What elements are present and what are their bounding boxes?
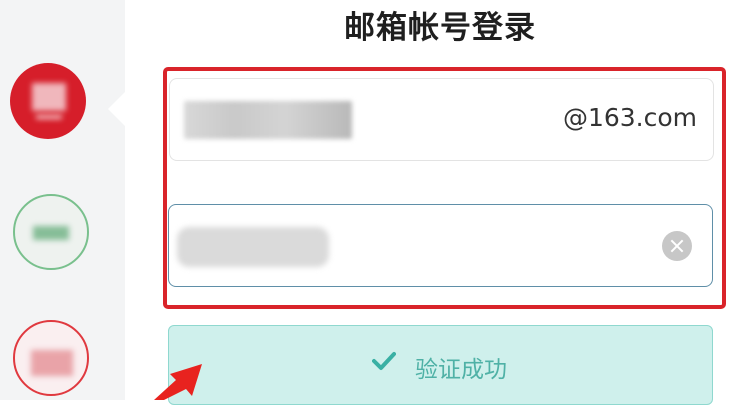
blurred-icon <box>31 350 73 376</box>
blurred-icon <box>33 226 69 240</box>
blurred-icon <box>32 83 66 111</box>
verify-success-button[interactable]: 验证成功 <box>168 325 713 405</box>
account-field[interactable]: @163.com <box>169 78 714 161</box>
password-value-blurred <box>177 227 329 267</box>
blurred-icon-underline <box>36 115 62 119</box>
login-type-option-3[interactable] <box>13 320 89 396</box>
login-type-option-1[interactable] <box>10 63 86 139</box>
login-type-sidebar <box>0 0 125 400</box>
page-title: 邮箱帐号登录 <box>344 10 536 46</box>
arrow-icon <box>154 364 202 400</box>
clear-icon[interactable] <box>662 231 692 261</box>
check-icon <box>372 352 396 370</box>
login-type-option-2[interactable] <box>13 194 89 270</box>
password-field[interactable] <box>168 204 713 287</box>
active-pointer <box>108 92 125 126</box>
account-value-blurred <box>184 101 352 139</box>
email-domain-suffix: @163.com <box>562 103 697 132</box>
verify-status-label: 验证成功 <box>415 357 507 383</box>
